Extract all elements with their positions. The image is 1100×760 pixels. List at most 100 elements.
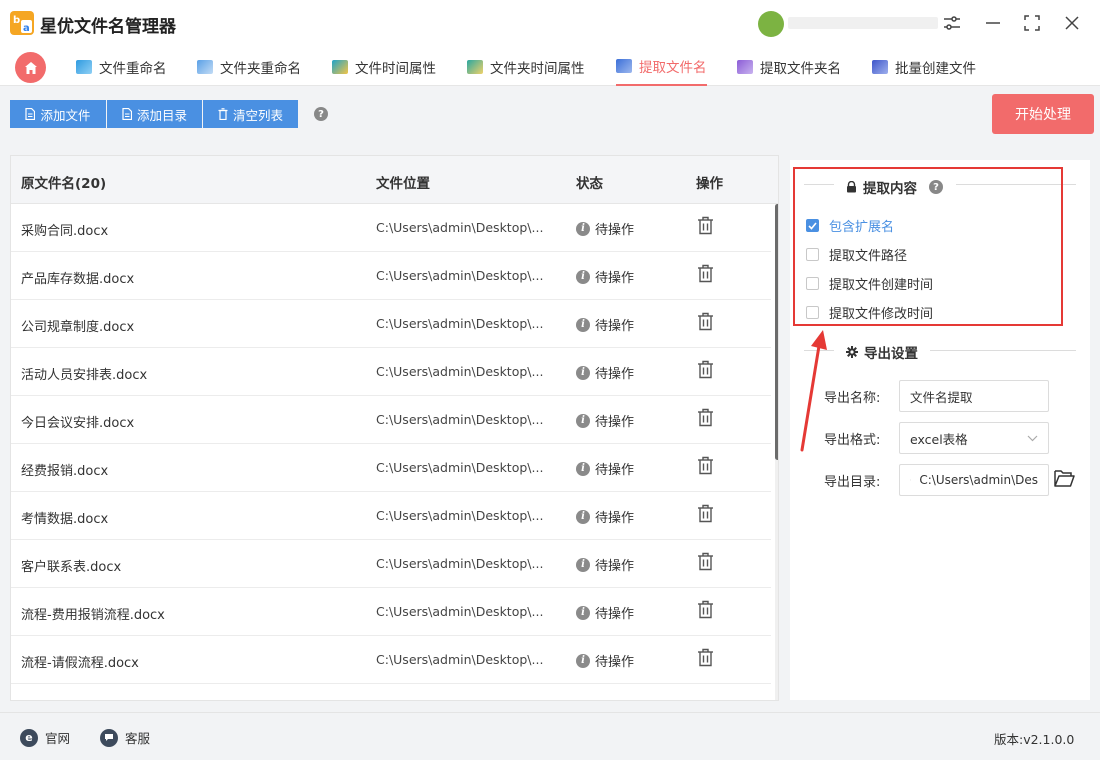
info-icon: i bbox=[576, 653, 590, 668]
tab-file-time[interactable]: 文件时间属性 bbox=[332, 48, 436, 86]
tab-label: 批量创建文件 bbox=[895, 61, 976, 77]
file-location: C:\Users\admin\Desktop\... bbox=[376, 652, 544, 667]
chevron-down-icon bbox=[1027, 435, 1038, 441]
avatar[interactable] bbox=[758, 11, 784, 37]
status-text: 待操作 bbox=[595, 367, 635, 382]
svg-text:b: b bbox=[13, 15, 20, 26]
help-icon[interactable]: ? bbox=[929, 180, 943, 194]
settings-panel: 提取内容 ? 包含扩展名 提取文件路径 提取文件创建时间 提取文件修改时间 导出… bbox=[790, 160, 1090, 700]
delete-row-button[interactable] bbox=[697, 456, 714, 479]
export-format-value: excel表格 bbox=[910, 431, 968, 447]
status-cell: i 待操作 bbox=[576, 651, 634, 670]
column-header-status: 状态 bbox=[576, 176, 603, 192]
status-cell: i 待操作 bbox=[576, 459, 634, 478]
nav-bar: 文件重命名 文件夹重命名 文件时间属性 文件夹时间属性 提取文件名 提取文件夹名… bbox=[0, 48, 1100, 86]
checkbox-unchecked[interactable] bbox=[806, 277, 819, 290]
tab-folder-time[interactable]: 文件夹时间属性 bbox=[467, 48, 585, 86]
checkbox-checked[interactable] bbox=[806, 219, 819, 232]
settings-sliders-icon[interactable] bbox=[941, 12, 963, 34]
tab-folder-rename[interactable]: 文件夹重命名 bbox=[197, 48, 301, 86]
delete-row-button[interactable] bbox=[697, 648, 714, 671]
scrollbar-thumb[interactable] bbox=[775, 204, 778, 460]
add-directory-button[interactable]: 添加目录 bbox=[107, 100, 202, 128]
export-dir-input[interactable]: C:\Users\admin\Des bbox=[899, 464, 1049, 496]
version-label: 版本:v2.1.0.0 bbox=[994, 732, 1075, 747]
export-settings-heading: 导出设置 bbox=[846, 342, 918, 362]
website-link[interactable]: e 官网 bbox=[20, 728, 70, 747]
delete-row-button[interactable] bbox=[697, 600, 714, 623]
table-row[interactable]: 流程-请假流程.docx C:\Users\admin\Desktop\... i 待… bbox=[11, 636, 771, 684]
table-row[interactable]: 今日会议安排.docx C:\Users\admin\Desktop\... i 待操… bbox=[11, 396, 771, 444]
delete-row-button[interactable] bbox=[697, 552, 714, 575]
start-processing-button[interactable]: 开始处理 bbox=[992, 94, 1094, 134]
tab-file-rename[interactable]: 文件重命名 bbox=[76, 48, 167, 86]
info-icon: i bbox=[576, 269, 590, 284]
delete-row-button[interactable] bbox=[697, 360, 714, 383]
status-text: 待操作 bbox=[595, 271, 635, 286]
tab-batch-create[interactable]: 批量创建文件 bbox=[872, 48, 976, 86]
table-row[interactable]: 活动人员安排表.docx C:\Users\admin\Desktop\... i 待… bbox=[11, 348, 771, 396]
trash-icon bbox=[697, 600, 714, 623]
table-row[interactable]: 客户联系表.docx C:\Users\admin\Desktop\... i 待操作 bbox=[11, 540, 771, 588]
app-logo-icon: b a bbox=[10, 11, 34, 35]
tab-extract-foldername[interactable]: 提取文件夹名 bbox=[737, 48, 841, 86]
status-cell: i 待操作 bbox=[576, 507, 634, 526]
table-header: 原文件名(20) 文件位置 状态 操作 bbox=[11, 156, 778, 204]
extract-path-checkbox[interactable]: 提取文件路径 bbox=[806, 245, 907, 264]
clear-list-button[interactable]: 清空列表 bbox=[203, 100, 298, 128]
info-icon: i bbox=[576, 365, 590, 380]
extract-content-title: 提取内容 bbox=[863, 181, 917, 197]
document-icon bbox=[25, 108, 36, 120]
tab-extract-filename[interactable]: 提取文件名 bbox=[616, 48, 707, 86]
browse-folder-button[interactable] bbox=[1054, 469, 1075, 492]
checkbox-unchecked[interactable] bbox=[806, 306, 819, 319]
tab-label: 文件夹重命名 bbox=[220, 61, 301, 77]
maximize-icon[interactable] bbox=[1021, 12, 1043, 34]
export-name-input[interactable]: 文件名提取 bbox=[899, 380, 1049, 412]
close-icon[interactable] bbox=[1061, 12, 1083, 34]
support-link[interactable]: 客服 bbox=[100, 728, 150, 747]
file-location: C:\Users\admin\Desktop\... bbox=[376, 364, 544, 379]
export-format-select[interactable]: excel表格 bbox=[899, 422, 1049, 454]
delete-row-button[interactable] bbox=[697, 216, 714, 239]
add-file-button[interactable]: 添加文件 bbox=[10, 100, 106, 128]
table-row[interactable]: 考情数据.docx C:\Users\admin\Desktop\... i 待操作 bbox=[11, 492, 771, 540]
delete-row-button[interactable] bbox=[697, 264, 714, 287]
trash-icon bbox=[697, 360, 714, 383]
table-row[interactable]: 经费报销.docx C:\Users\admin\Desktop\... i 待操作 bbox=[11, 444, 771, 492]
delete-row-button[interactable] bbox=[697, 312, 714, 335]
table-row[interactable]: 采购合同.docx C:\Users\admin\Desktop\... i 待操作 bbox=[11, 204, 771, 252]
add-directory-label: 添加目录 bbox=[136, 107, 187, 123]
info-icon: i bbox=[576, 317, 590, 332]
checkbox-unchecked[interactable] bbox=[806, 248, 819, 261]
status-text: 待操作 bbox=[595, 607, 635, 622]
minimize-icon[interactable] bbox=[982, 12, 1004, 34]
trash-icon bbox=[697, 216, 714, 239]
home-button[interactable] bbox=[15, 52, 46, 83]
trash-icon bbox=[697, 264, 714, 287]
scrollbar[interactable] bbox=[775, 204, 778, 700]
folder-time-icon bbox=[467, 60, 483, 74]
home-icon bbox=[24, 61, 37, 74]
trash-icon bbox=[697, 648, 714, 671]
extract-created-time-checkbox[interactable]: 提取文件创建时间 bbox=[806, 274, 933, 293]
file-name: 采购合同.docx bbox=[21, 224, 109, 239]
column-header-action: 操作 bbox=[696, 176, 723, 192]
export-dir-value: C:\Users\admin\Des bbox=[919, 473, 1038, 487]
help-icon[interactable]: ? bbox=[314, 107, 328, 121]
include-extension-checkbox[interactable]: 包含扩展名 bbox=[806, 216, 894, 235]
file-name: 今日会议安排.docx bbox=[21, 416, 135, 431]
delete-row-button[interactable] bbox=[697, 408, 714, 431]
file-location: C:\Users\admin\Desktop\... bbox=[376, 604, 544, 619]
status-text: 待操作 bbox=[595, 463, 635, 478]
extract-modified-time-checkbox[interactable]: 提取文件修改时间 bbox=[806, 303, 933, 322]
support-label: 客服 bbox=[125, 731, 151, 746]
column-header-location: 文件位置 bbox=[376, 176, 430, 192]
gear-icon bbox=[846, 346, 858, 358]
table-row[interactable]: 产品库存数据.docx C:\Users\admin\Desktop\... i 待操… bbox=[11, 252, 771, 300]
file-location: C:\Users\admin\Desktop\... bbox=[376, 460, 544, 475]
table-row[interactable]: 流程-费用报销流程.docx C:\Users\admin\Desktop\...… bbox=[11, 588, 771, 636]
delete-row-button[interactable] bbox=[697, 504, 714, 527]
table-row[interactable]: 公司规章制度.docx C:\Users\admin\Desktop\... i 待操… bbox=[11, 300, 771, 348]
status-cell: i 待操作 bbox=[576, 411, 634, 430]
